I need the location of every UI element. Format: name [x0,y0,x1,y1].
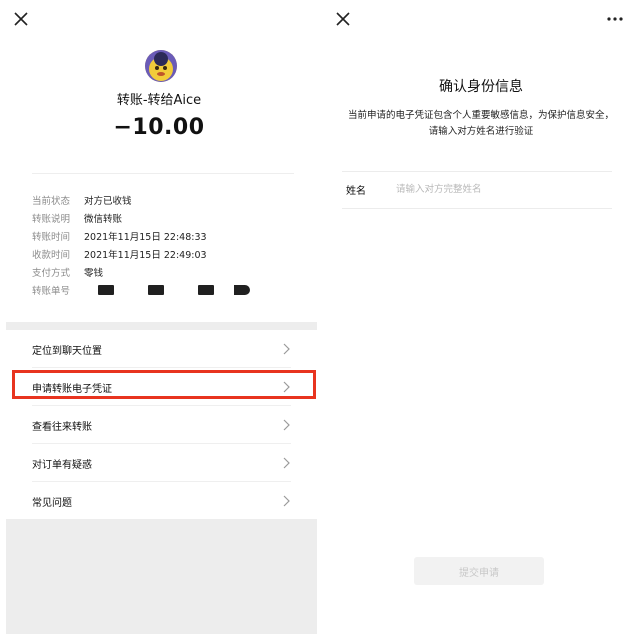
chevron-right-icon [283,457,290,469]
detail-row-note: 转账说明 微信转账 [32,209,302,227]
avatar [145,50,177,82]
transfer-id-redacted [84,285,250,295]
section-gap [6,322,317,330]
name-input[interactable] [396,180,606,198]
name-label: 姓名 [346,186,366,197]
page-title: 确认身份信息 [439,79,523,95]
detail-list: 当前状态 对方已收钱 转账说明 微信转账 转账时间 2021年11月15日 22… [32,191,302,299]
bottom-fill [6,519,317,634]
chevron-right-icon [283,495,290,507]
submit-button[interactable]: 提交申请 [414,557,544,585]
close-icon[interactable] [12,10,30,28]
detail-label: 支付方式 [32,268,71,279]
menu-item-faq[interactable]: 常见问题 [6,482,317,520]
description-line: 请输入对方姓名进行验证 [428,126,534,137]
detail-row-receive-time: 收款时间 2021年11月15日 22:49:03 [32,245,302,263]
chevron-right-icon [283,419,290,431]
detail-value: 零钱 [84,268,104,279]
menu-item-label: 对订单有疑惑 [32,459,92,471]
redaction-block [198,285,214,295]
verify-description: 当前申请的电子凭证包含个人重要敏感信息，为保护信息安全， 请输入对方姓名进行验证 [322,108,640,140]
divider [342,208,612,209]
detail-label: 转账时间 [32,232,71,243]
action-menu: 定位到聊天位置 申请转账电子凭证 查看往来转账 对订单有疑惑 常见问题 [6,330,317,520]
detail-value: 2021年11月15日 22:48:33 [84,232,207,243]
detail-label: 当前状态 [32,196,71,207]
redaction-block [234,285,250,295]
menu-item-label: 常见问题 [32,497,72,509]
transfer-title: 转账-转给Aice [116,93,202,108]
divider [342,171,612,172]
detail-row-transfer-time: 转账时间 2021年11月15日 22:48:33 [32,227,302,245]
more-icon[interactable] [604,8,626,30]
divider [32,173,294,174]
detail-value: 对方已收钱 [84,196,132,207]
detail-row-transfer-id: 转账单号 [32,281,302,299]
detail-value: 微信转账 [84,214,123,225]
redaction-block [98,285,114,295]
menu-item-order-question[interactable]: 对订单有疑惑 [6,444,317,482]
transfer-detail-panel: 转账-转给Aice −10.00 当前状态 对方已收钱 转账说明 微信转账 转账… [0,0,318,640]
detail-row-payment-method: 支付方式 零钱 [32,263,302,281]
detail-value: 2021年11月15日 22:49:03 [84,250,207,261]
menu-item-locate-chat[interactable]: 定位到聊天位置 [6,330,317,368]
description-line: 当前申请的电子凭证包含个人重要敏感信息，为保护信息安全， [347,110,614,121]
menu-item-view-transfers[interactable]: 查看往来转账 [6,406,317,444]
highlight-annotation [12,370,316,399]
detail-row-status: 当前状态 对方已收钱 [32,191,302,209]
menu-item-label: 查看往来转账 [32,421,92,433]
detail-label: 转账说明 [32,214,71,225]
close-icon[interactable] [334,10,352,28]
chevron-right-icon [283,343,290,355]
transfer-amount: −10.00 [113,115,205,140]
identity-verify-panel: 确认身份信息 当前申请的电子凭证包含个人重要敏感信息，为保护信息安全， 请输入对… [322,0,640,640]
menu-item-label: 定位到聊天位置 [32,345,102,357]
detail-label: 收款时间 [32,250,71,261]
redaction-block [148,285,164,295]
detail-label: 转账单号 [32,286,71,297]
